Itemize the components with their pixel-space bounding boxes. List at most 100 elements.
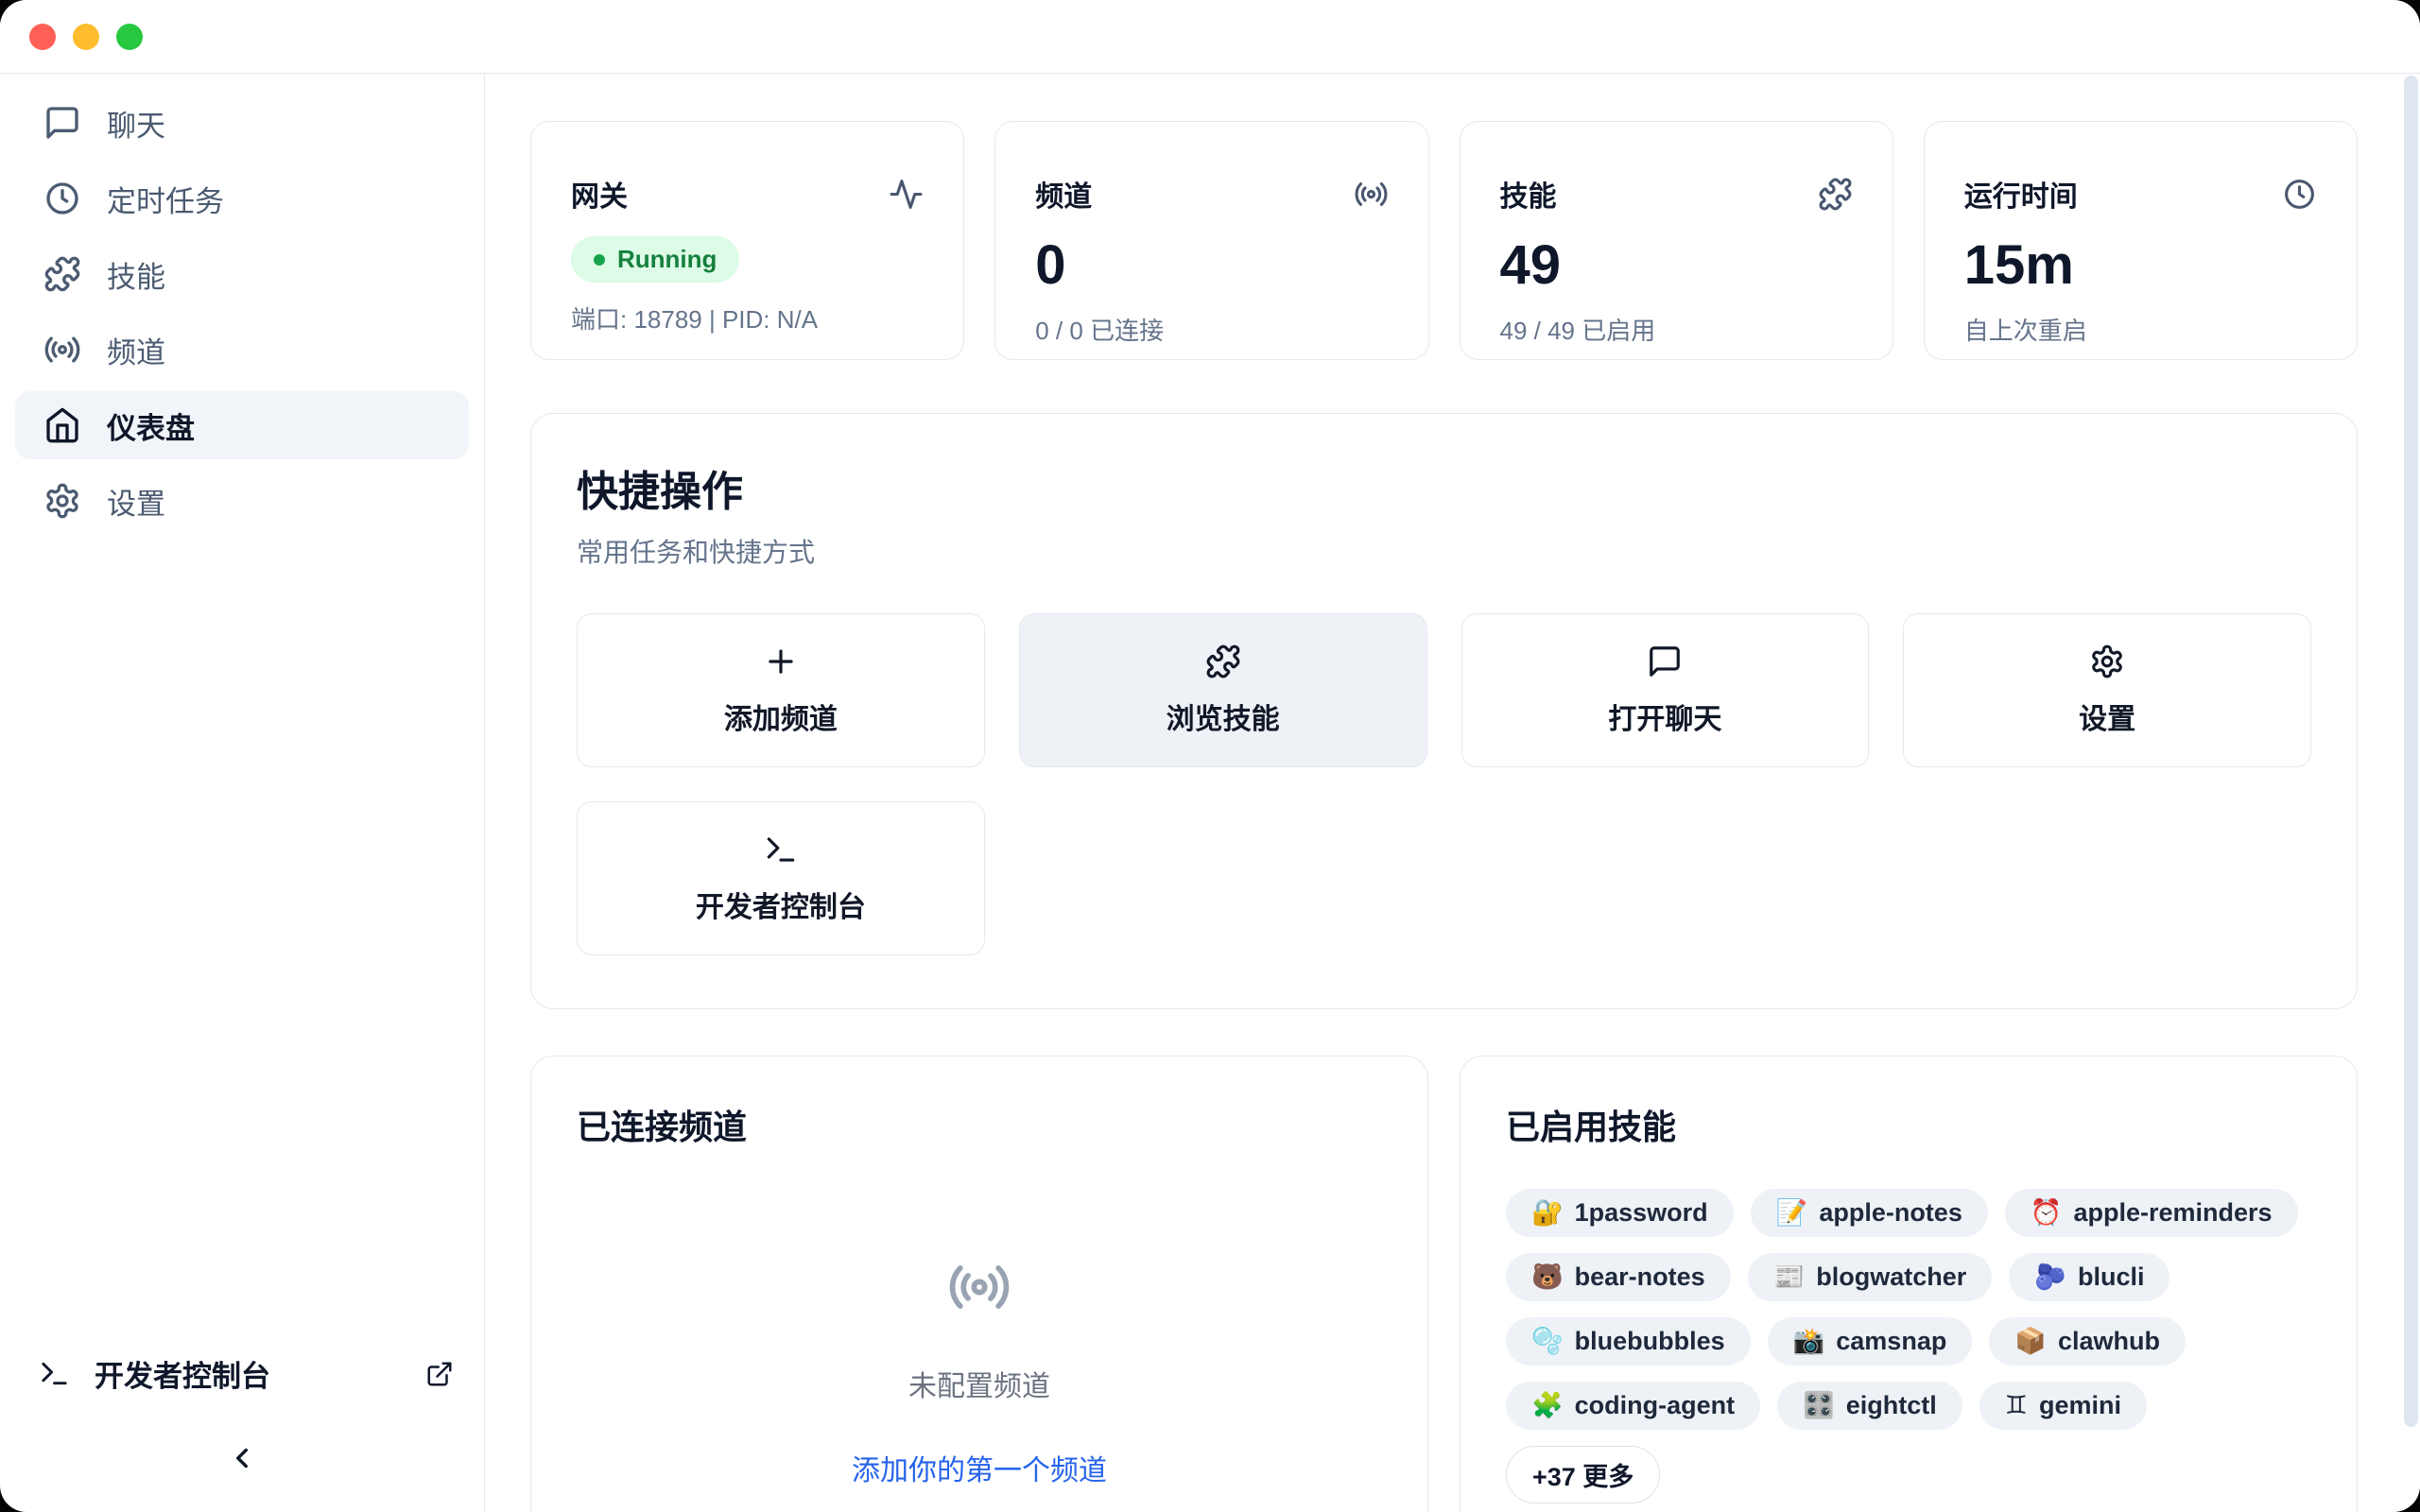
status-dot <box>594 254 605 266</box>
skill-chip-1password[interactable]: 🔐 1password <box>1506 1189 1734 1237</box>
stat-title: 网关 <box>571 173 628 215</box>
skill-chip-clawhub[interactable]: 📦 clawhub <box>1989 1317 2186 1366</box>
terminal-icon <box>763 832 799 868</box>
titlebar <box>0 0 2420 74</box>
stat-detail: 49 / 49 已启用 <box>1500 312 1853 347</box>
stat-card-uptime: 运行时间 15m 自上次重启 <box>1924 121 2358 360</box>
skill-emoji: 🎛️ <box>1803 1393 1835 1418</box>
skill-name: apple-reminders <box>2073 1198 2272 1228</box>
skills-more-chip[interactable]: +37 更多 <box>1506 1446 1660 1503</box>
skill-name: apple-notes <box>1819 1198 1962 1228</box>
sidebar-collapse-button[interactable] <box>226 1442 258 1474</box>
sidebar-item-dashboard[interactable]: 仪表盘 <box>15 391 469 459</box>
chat-icon <box>1647 644 1683 679</box>
stat-value: 15m <box>1964 233 2317 297</box>
external-link-icon[interactable] <box>425 1360 454 1388</box>
plus-icon <box>763 644 799 679</box>
zoom-button[interactable] <box>116 24 143 50</box>
stat-title: 技能 <box>1500 173 1557 215</box>
skill-emoji: 📦 <box>2014 1329 2047 1354</box>
skill-chip-gemini[interactable]: ♊ gemini <box>1979 1382 2147 1430</box>
skill-name: camsnap <box>1836 1327 1946 1356</box>
skill-name: 1password <box>1575 1198 1708 1228</box>
stat-card-gateway: 网关 Running 端口: 18789 | PID: N/A <box>530 121 964 360</box>
broadcast-icon <box>43 331 81 369</box>
app-body: 聊天 定时任务 技能 频道 仪表盘 设置 开发者控制台 网关 <box>0 74 2420 1512</box>
skill-emoji: ♊ <box>2005 1393 2028 1418</box>
stat-value: 49 <box>1500 233 1853 297</box>
skill-name: blucli <box>2078 1263 2145 1292</box>
stat-title: 运行时间 <box>1964 173 2078 215</box>
skill-emoji: 🐻 <box>1531 1264 1564 1290</box>
connected-channels-panel: 已连接频道 未配置频道 添加你的第一个频道 <box>530 1056 1428 1512</box>
clock-icon <box>43 180 81 217</box>
activity-icon <box>889 177 924 212</box>
skill-emoji: 📸 <box>1793 1329 1825 1354</box>
quick-action-settings[interactable]: 设置 <box>1903 613 2311 767</box>
puzzle-icon <box>1818 177 1853 212</box>
stat-card-skills: 技能 49 49 / 49 已启用 <box>1460 121 1893 360</box>
add-first-channel-link[interactable]: 添加你的第一个频道 <box>852 1447 1107 1488</box>
skill-name: bluebubbles <box>1575 1327 1725 1356</box>
quick-action-add-channel[interactable]: 添加频道 <box>577 613 985 767</box>
sidebar-item-skills[interactable]: 技能 <box>15 240 469 308</box>
skill-chip-eightctl[interactable]: 🎛️ eightctl <box>1777 1382 1962 1430</box>
skill-emoji: 📝 <box>1776 1200 1808 1226</box>
quick-actions-title: 快捷操作 <box>577 457 2311 518</box>
chat-icon <box>43 104 81 142</box>
gear-icon <box>43 482 81 520</box>
enabled-skills-title: 已启用技能 <box>1506 1100 2311 1149</box>
traffic-lights <box>29 24 143 50</box>
sidebar-item-channels[interactable]: 频道 <box>15 316 469 384</box>
skill-name: blogwatcher <box>1816 1263 1966 1292</box>
skill-name: clawhub <box>2058 1327 2160 1356</box>
skill-chip-camsnap[interactable]: 📸 camsnap <box>1768 1317 1973 1366</box>
skill-emoji: 📰 <box>1773 1264 1806 1290</box>
quick-action-dev-console[interactable]: 开发者控制台 <box>577 801 985 955</box>
gear-icon <box>2089 644 2125 679</box>
broadcast-icon <box>947 1255 1011 1319</box>
skill-chip-bluebubbles[interactable]: 🫧 bluebubbles <box>1506 1317 1751 1366</box>
sidebar-nav: 聊天 定时任务 技能 频道 仪表盘 设置 <box>0 85 484 539</box>
quick-actions-grid: 添加频道 浏览技能 打开聊天 设置 开发者控制台 <box>577 613 2311 955</box>
skill-chip-blogwatcher[interactable]: 📰 blogwatcher <box>1748 1253 1993 1301</box>
skill-chip-bear-notes[interactable]: 🐻 bear-notes <box>1506 1253 1731 1301</box>
connected-channels-title: 已连接频道 <box>577 1100 1382 1149</box>
quick-action-open-chat[interactable]: 打开聊天 <box>1461 613 1870 767</box>
terminal-icon <box>38 1357 71 1390</box>
skill-emoji: 🫧 <box>1531 1329 1564 1354</box>
skill-name: bear-notes <box>1575 1263 1705 1292</box>
skill-emoji: ⏰ <box>2031 1200 2063 1226</box>
sidebar-item-chat[interactable]: 聊天 <box>15 89 469 157</box>
home-icon <box>43 406 81 444</box>
skill-chip-coding-agent[interactable]: 🧩 coding-agent <box>1506 1382 1760 1430</box>
sidebar-spacer <box>0 539 484 1352</box>
skill-chip-blucli[interactable]: 🫐 blucli <box>2009 1253 2169 1301</box>
vertical-scrollbar-thumb[interactable] <box>2404 76 2418 1427</box>
close-button[interactable] <box>29 24 56 50</box>
app-window: 聊天 定时任务 技能 频道 仪表盘 设置 开发者控制台 网关 <box>0 0 2420 1512</box>
skills-chips: 🔐 1password 📝 apple-notes ⏰ apple-remind… <box>1506 1189 2311 1503</box>
bottom-grid: 已连接频道 未配置频道 添加你的第一个频道 已启用技能 🔐 1password … <box>530 1056 2358 1512</box>
stat-detail: 自上次重启 <box>1964 312 2317 347</box>
puzzle-icon <box>1205 644 1241 679</box>
skill-name: gemini <box>2039 1391 2121 1420</box>
quick-actions-card: 快捷操作 常用任务和快捷方式 添加频道 浏览技能 打开聊天 设置 开发者控制台 <box>530 413 2358 1009</box>
clock-icon <box>2282 177 2317 212</box>
skill-chip-apple-notes[interactable]: 📝 apple-notes <box>1751 1189 1988 1237</box>
skill-chip-apple-reminders[interactable]: ⏰ apple-reminders <box>2005 1189 2298 1237</box>
main-content: 网关 Running 端口: 18789 | PID: N/A 频道 0 0 /… <box>485 74 2420 1512</box>
sidebar-item-settings[interactable]: 设置 <box>15 467 469 535</box>
skill-name: coding-agent <box>1575 1391 1736 1420</box>
stat-card-channels: 频道 0 0 / 0 已连接 <box>994 121 1428 360</box>
quick-action-browse-skills[interactable]: 浏览技能 <box>1019 613 1427 767</box>
puzzle-icon <box>43 255 81 293</box>
skill-emoji: 🔐 <box>1531 1200 1564 1226</box>
minimize-button[interactable] <box>73 24 99 50</box>
skill-emoji: 🫐 <box>2034 1264 2066 1290</box>
quick-actions-subtitle: 常用任务和快捷方式 <box>577 532 2311 570</box>
enabled-skills-panel: 已启用技能 🔐 1password 📝 apple-notes ⏰ apple-… <box>1460 1056 2358 1512</box>
stat-value: 0 <box>1035 233 1388 297</box>
sidebar-dev-console[interactable]: 开发者控制台 <box>38 1352 454 1395</box>
sidebar-item-scheduled-tasks[interactable]: 定时任务 <box>15 164 469 232</box>
